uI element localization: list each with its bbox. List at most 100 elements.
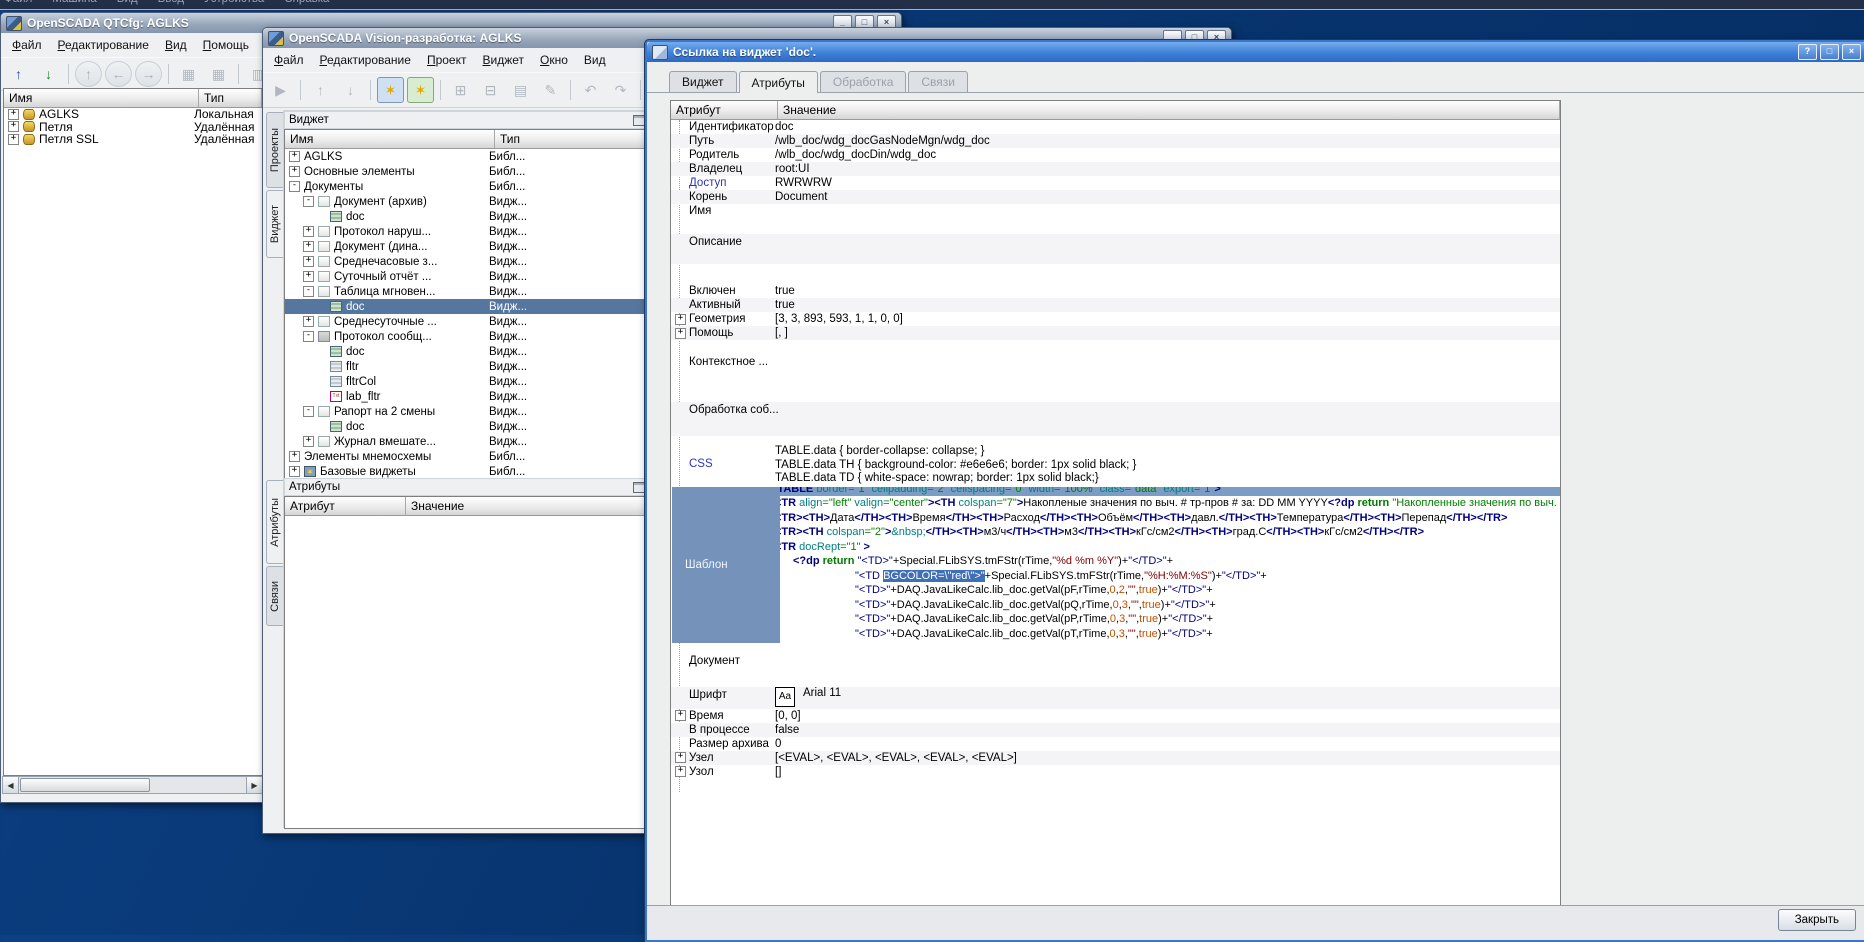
attr-row[interactable]: +Узол[] [671,765,1560,779]
forward-icon[interactable]: → [135,61,162,87]
attr-row[interactable]: +Узел[<EVAL>, <EVAL>, <EVAL>, <EVAL>, <E… [671,751,1560,765]
expander-icon[interactable]: + [289,451,300,462]
attr-value[interactable]: doc [775,121,1558,133]
expander-icon[interactable]: - [303,406,314,417]
attr-row[interactable]: Обработка соб... [671,402,1560,436]
attr-value[interactable]: /wlb_doc/wdg_docDin/wdg_doc [775,149,1558,161]
expander-icon[interactable]: + [675,314,686,325]
close-button[interactable]: × [1842,44,1861,60]
attr-value[interactable]: root:UI [775,163,1558,175]
delete-widget-icon[interactable]: ⊟ [477,77,504,103]
expander-icon[interactable]: - [289,181,300,192]
attr-row[interactable]: Активныйtrue [671,298,1560,312]
side-tab-Проекты[interactable]: Проекты [266,112,283,188]
expander-icon[interactable]: + [8,109,19,120]
column-header-Значение[interactable]: Значение [778,101,1560,119]
menu-Проект[interactable]: Проект [420,51,474,69]
attr-row[interactable]: Размер архива0 [671,737,1560,751]
expander-icon[interactable]: + [8,134,19,145]
attr-value[interactable]: [, ] [775,327,1558,339]
tree-row[interactable]: -Документ (архив)Видж... [285,194,650,209]
attr-row[interactable]: CSSTABLE.data { border-collapse: collaps… [671,444,1560,487]
dialog-titlebar[interactable]: Ссылка на виджет 'doc'. ?□× [647,42,1864,62]
tree-row[interactable]: -Рапорт на 2 сменыВидж... [285,404,650,419]
tree-row[interactable]: +Журнал вмешате...Видж... [285,434,650,449]
scroll-thumb[interactable] [20,778,150,792]
attr-row[interactable]: Документ [671,653,1560,679]
expander-icon[interactable]: - [303,286,314,297]
tree-row[interactable]: +Основные элементыБибл... [285,164,636,179]
menu-Виджет[interactable]: Виджет [475,51,531,69]
tree-row[interactable]: +AGLKSБибл... [285,149,636,164]
table-row[interactable]: +Петля SSLУдалённая [4,133,262,146]
scroll-left-icon[interactable]: ◀ [3,777,19,793]
attr-row[interactable]: Описание [671,234,1560,264]
expander-icon[interactable]: + [675,710,686,721]
expander-icon[interactable]: + [303,256,314,267]
menu-Файл[interactable]: Файл [267,51,311,69]
expander-icon[interactable]: + [303,241,314,252]
up-icon[interactable]: ↑ [75,61,102,87]
tree-row[interactable]: docВидж... [285,344,650,359]
tree-row[interactable]: docВидж... [285,299,650,314]
side-tab-Атрибуты[interactable]: Атрибуты [266,480,283,564]
attr-row[interactable]: Идентификаторdoc [671,120,1560,134]
attr-value[interactable]: 0 [775,738,1558,750]
attr-value[interactable]: RWRWRW [775,177,1558,189]
attr-value[interactable]: false [775,724,1558,736]
tree-row[interactable]: +Документ (дина...Видж... [285,239,650,254]
attr-row[interactable]: ШрифтAaArial 11 [671,687,1560,709]
menu-Вид[interactable]: Вид [577,51,613,69]
tab-Атрибуты[interactable]: Атрибуты [739,71,818,93]
tree-row[interactable]: -ДокументыБибл... [285,179,636,194]
undo-icon[interactable]: ↶ [577,77,604,103]
add-widget-icon[interactable]: ⊞ [447,77,474,103]
dock-pin-icon[interactable] [633,482,645,493]
menu-Редактирование[interactable]: Редактирование [313,51,418,69]
column-header-Атрибут[interactable]: Атрибут [285,497,406,515]
host-menu-item[interactable]: Справка [284,0,329,5]
attr-row[interactable]: В процессеfalse [671,723,1560,737]
attr-value[interactable]: TABLE.data { border-collapse: collapse; … [775,445,1558,486]
expander-icon[interactable]: + [675,328,686,339]
column-header-Имя[interactable]: Имя [4,89,199,107]
attr-value[interactable]: [0, 0] [775,710,1558,722]
dock-pin-icon[interactable] [633,115,645,126]
column-header-Атрибут[interactable]: Атрибут [671,101,778,119]
expander-icon[interactable]: + [289,151,300,162]
expander-icon[interactable]: + [675,752,686,763]
table-row[interactable]: +AGLKSЛокальная [4,108,262,121]
column-header-Тип[interactable]: Тип [495,130,649,148]
expander-icon[interactable]: - [303,196,314,207]
menu-Файл[interactable]: Файл [5,36,49,54]
expander-icon[interactable]: + [303,316,314,327]
tree-row[interactable]: +Протокол наруш...Видж... [285,224,650,239]
tree-row[interactable]: +Элементы мнемосхемыБибл... [285,449,636,464]
new-project-icon[interactable]: ✶ [377,77,404,103]
table-row[interactable]: +ПетляУдалённая [4,121,262,134]
host-menu-item[interactable]: Файл [4,0,32,5]
tab-Виджет[interactable]: Виджет [669,71,737,92]
host-menu-item[interactable]: Устройства [204,0,264,5]
widget-properties-icon[interactable]: ▤ [507,77,534,103]
back-icon[interactable]: ← [105,61,132,87]
close-button[interactable]: Закрыть [1778,909,1856,931]
side-tab-Связи[interactable]: Связи [266,566,283,626]
attr-row[interactable]: +Геометрия[3, 3, 893, 593, 1, 1, 0, 0] [671,312,1560,326]
menu-Редактирование[interactable]: Редактирование [51,36,156,54]
template-attr-row[interactable]: Шаблон<TABLE border="1" cellpadding="2" … [671,487,1560,643]
attr-value[interactable]: [<EVAL>, <EVAL>, <EVAL>, <EVAL>, <EVAL>] [775,752,1558,764]
attr-value[interactable]: true [775,285,1558,297]
expander-icon[interactable]: + [675,766,686,777]
expander-icon[interactable]: - [303,331,314,342]
attr-row[interactable]: Имя [671,204,1560,218]
tree-row[interactable]: +Среднесуточные ...Видж... [285,314,650,329]
tree-row[interactable]: Txtlab_fltrВидж... [285,389,650,404]
qtcfg-hscrollbar[interactable]: ◀ ▶ [2,776,263,794]
host-menu-item[interactable]: Вид [117,0,138,5]
new-library-icon[interactable]: ✶ [407,77,434,103]
column-header-Тип[interactable]: Тип [199,89,262,107]
template-code[interactable]: <TABLE border="1" cellpadding="2" cellsp… [767,487,1560,642]
expander-icon[interactable]: + [289,466,300,477]
host-menu-item[interactable]: Ввод [158,0,185,5]
